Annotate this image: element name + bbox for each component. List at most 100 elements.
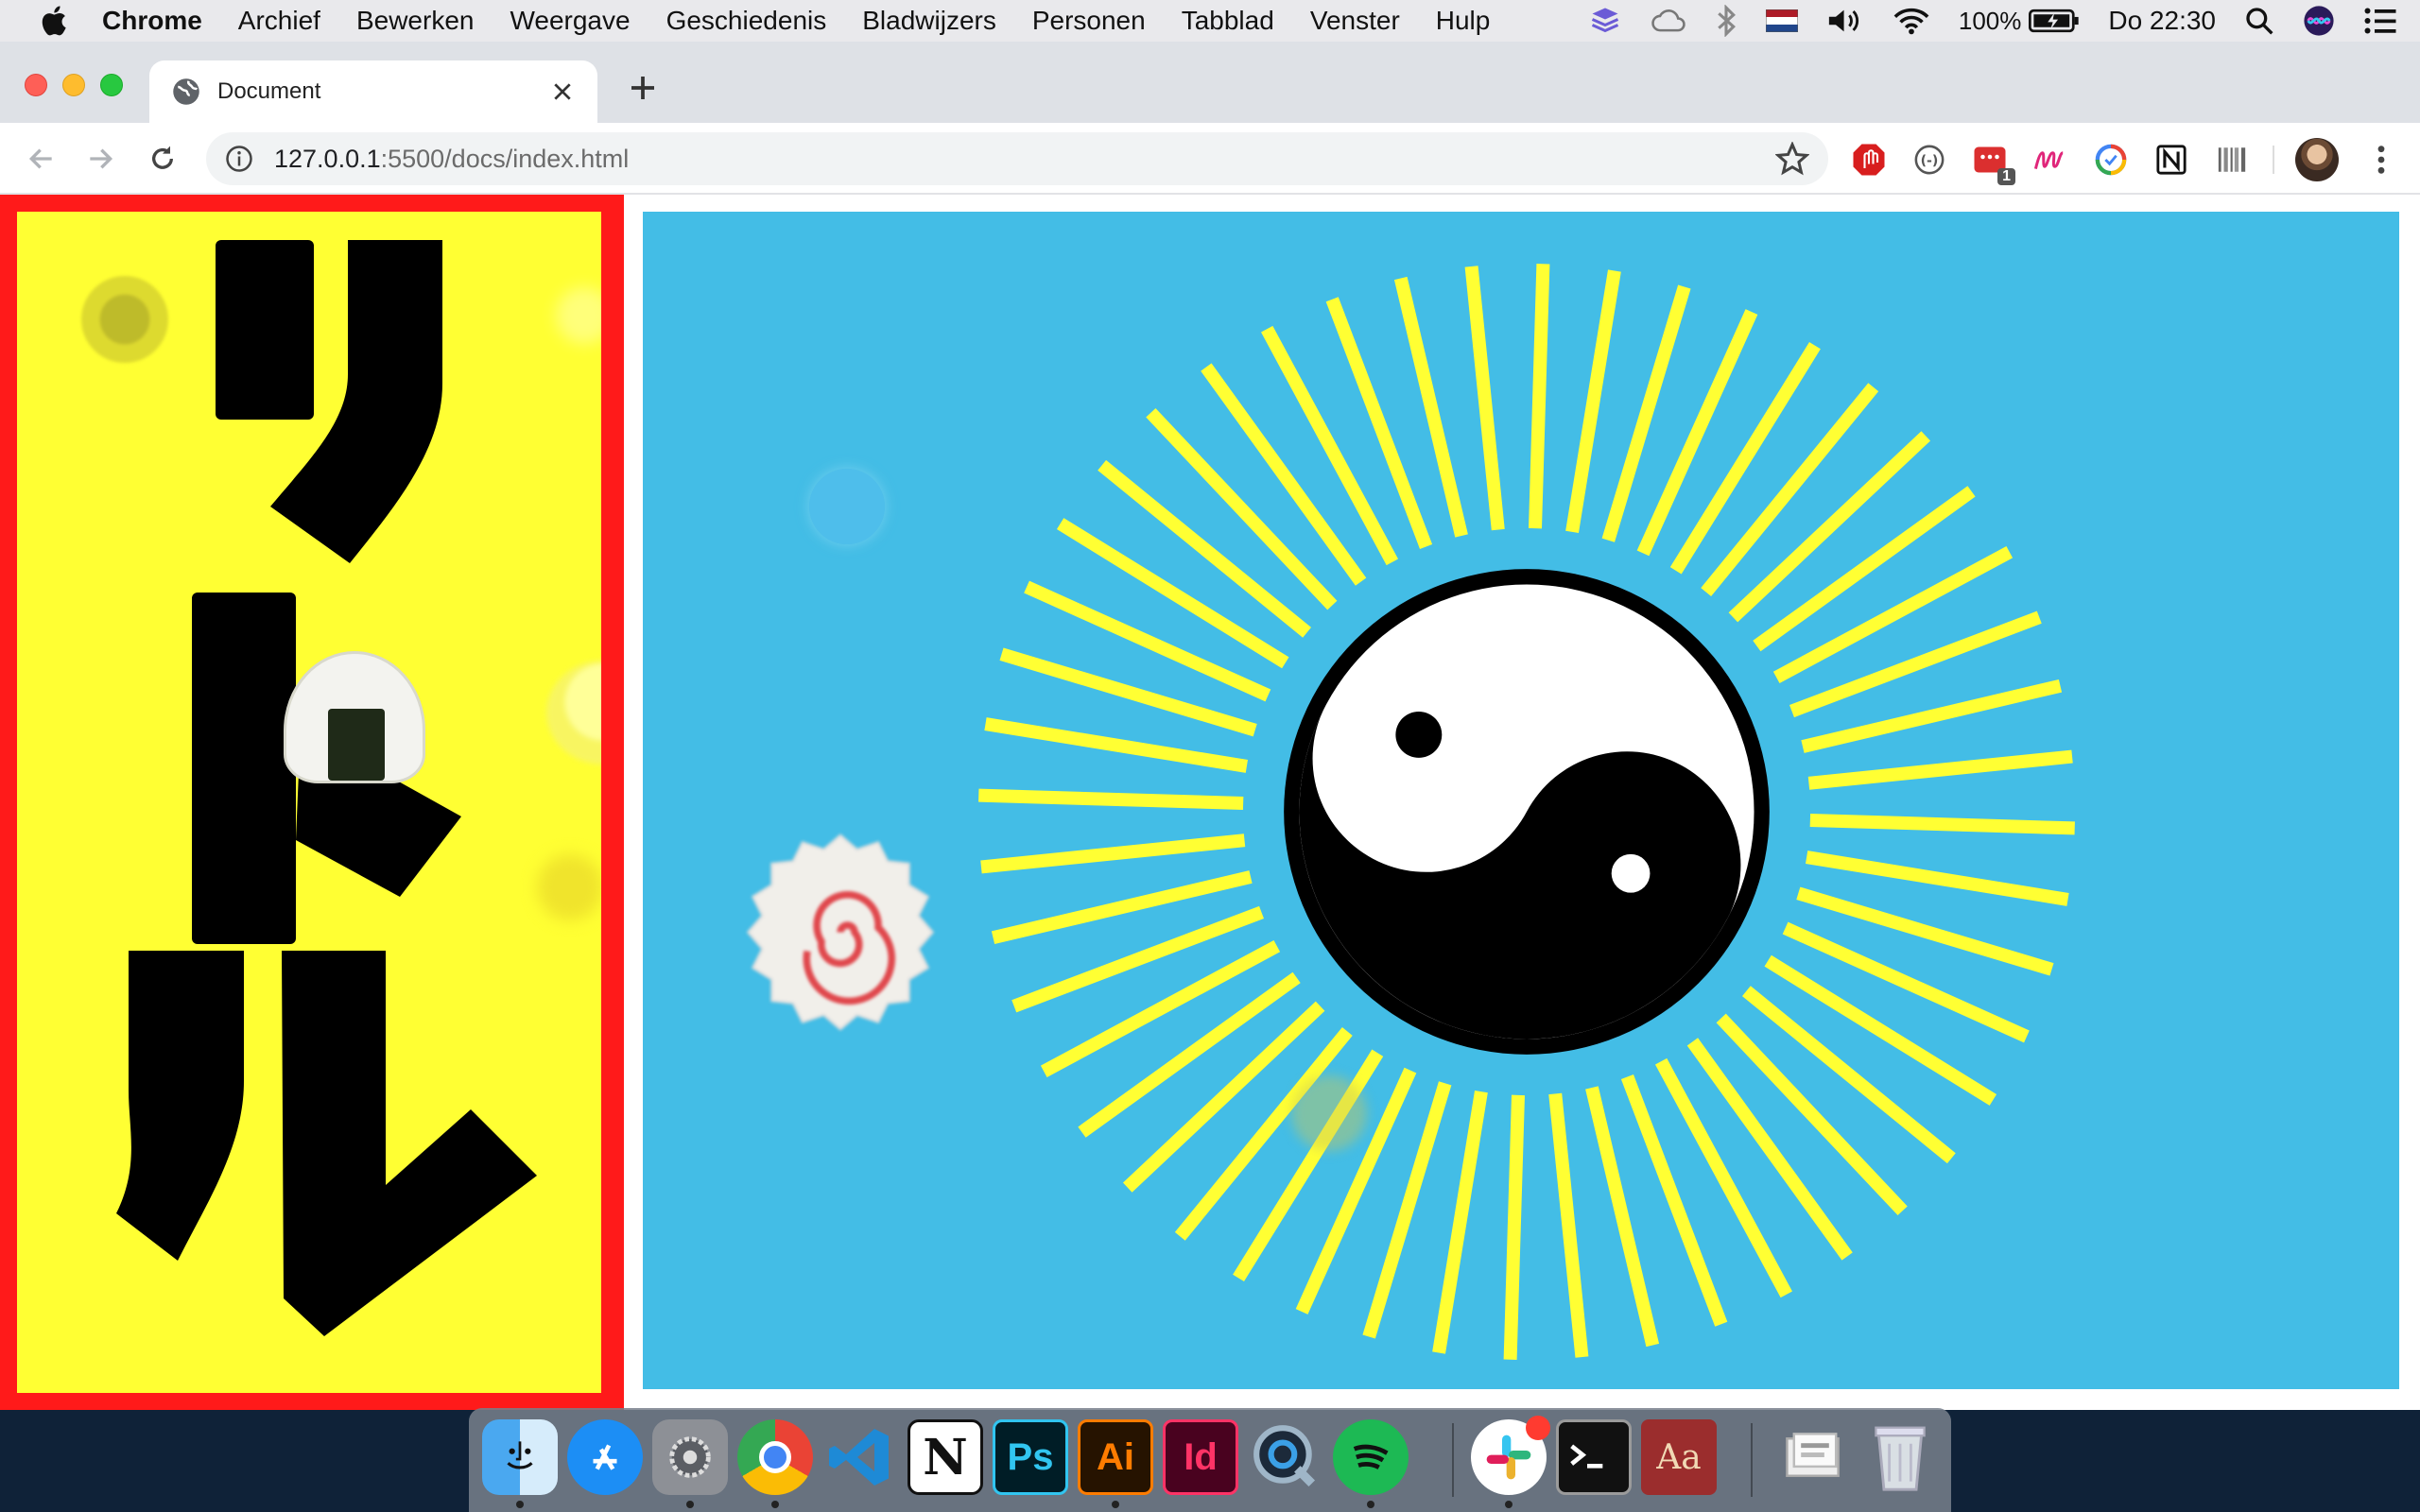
hypothesis-extension-icon[interactable]: (-) [1911,142,1947,178]
menu-bladwijzers[interactable]: Bladwijzers [862,6,996,36]
info-icon[interactable] [225,145,253,173]
bookmark-star-icon[interactable] [1775,142,1809,176]
bluetooth-icon[interactable] [1715,5,1737,37]
window-zoom-button[interactable] [100,74,123,96]
address-bar[interactable]: 127.0.0.1:5500/docs/index.html [206,132,1828,185]
sun-ray [1548,1092,1589,1358]
forward-button[interactable] [79,138,121,180]
google-keep-extension-icon[interactable] [2093,142,2129,178]
wifi-icon[interactable] [1893,6,1930,36]
faded-butterfly-emoji [1291,1075,1367,1151]
back-button[interactable] [21,138,62,180]
spotlight-search-icon[interactable] [2244,6,2274,36]
tab-strip: Document [0,42,2420,123]
menu-archief[interactable]: Archief [238,6,320,36]
tab-close-icon[interactable] [548,77,577,106]
faded-emoji-bottom [537,854,601,920]
clock[interactable]: Do 22:30 [2108,6,2216,36]
reload-button[interactable] [142,138,183,180]
slack-icon[interactable] [1471,1416,1550,1495]
running-indicator-chrome [771,1501,779,1508]
ublock-extension-icon[interactable] [1851,142,1887,178]
spotify-icon[interactable] [1333,1419,1409,1495]
layers-icon[interactable] [1588,4,1622,38]
tab-document[interactable]: Document [149,60,597,123]
battery-percentage[interactable]: 100% [1959,7,2022,36]
chrome-icon[interactable] [737,1419,813,1495]
globe-icon [173,78,199,105]
illustrator-icon[interactable]: Ai [1078,1419,1153,1495]
monica-extension-icon[interactable] [2032,142,2068,178]
menu-weergave[interactable]: Weergave [510,6,630,36]
arrow-left-icon [28,148,52,169]
new-tab-button[interactable] [624,70,662,108]
sun-ray [1529,264,1550,529]
faded-emoji-top [556,287,601,344]
notion-extension-icon[interactable] [2153,142,2189,178]
sun-ray [980,833,1246,874]
barcode-extension-icon[interactable] [2214,142,2250,178]
apple-icon[interactable] [36,2,74,40]
sun-ray [1806,850,2069,906]
yellow-cracker-emoji [81,276,168,363]
finder-icon[interactable] [482,1419,558,1495]
menu-tabblad[interactable]: Tabblad [1182,6,1274,36]
sun-ray [1807,749,2073,790]
sun-ray [1432,1091,1488,1354]
menu-geschiedenis[interactable]: Geschiedenis [666,6,827,36]
sun-ray [978,788,1244,810]
menu-venster[interactable]: Venster [1310,6,1400,36]
macos-dock: N Ps Ai Id Aa [469,1408,1951,1512]
documents-stack-icon[interactable] [1777,1419,1853,1495]
katakana-ru-glyph [116,951,537,1336]
volume-icon[interactable] [1826,6,1864,36]
notion-label: N [923,1428,968,1486]
arrow-right-icon [90,148,113,169]
browser-toolbar: 127.0.0.1:5500/docs/index.html (-) 1 [0,123,2420,195]
photoshop-icon[interactable]: Ps [993,1419,1068,1495]
sun-ray [1565,269,1621,533]
profile-avatar[interactable] [2295,138,2339,181]
faded-gear-emoji [809,469,885,544]
dock-separator-2 [1751,1423,1753,1497]
app-store-icon[interactable] [567,1419,643,1495]
siri-icon[interactable] [2303,5,2335,37]
dictionary-icon[interactable]: Aa [1641,1419,1717,1495]
extension-badge: 1 [1997,168,2015,185]
indesign-icon[interactable]: Id [1163,1419,1238,1495]
chrome-window: Document 127.0.0.1:5500/docs/index.html [0,42,2420,1410]
quicktime-icon[interactable] [1248,1419,1323,1495]
dock-separator [1452,1423,1454,1497]
menu-hulp[interactable]: Hulp [1436,6,1491,36]
trash-icon[interactable] [1862,1419,1938,1495]
web-page [0,195,2420,1410]
terminal-icon[interactable] [1556,1419,1632,1495]
running-indicator-finder [516,1501,524,1508]
system-preferences-icon[interactable] [652,1419,728,1495]
battery-icon[interactable] [2029,8,2080,34]
illustrator-label: Ai [1097,1435,1134,1478]
notification-center-icon[interactable] [2363,7,2397,35]
dictionary-label: Aa [1656,1437,1702,1477]
katakana-ri-glyph [216,240,442,563]
menu-bewerken[interactable]: Bewerken [356,6,475,36]
creative-cloud-icon[interactable] [1651,7,1686,35]
window-close-button[interactable] [25,74,47,96]
sun-ray [1464,266,1505,531]
sun-ray [1809,814,2075,835]
dutch-flag-icon[interactable] [1765,9,1798,32]
tab-title: Document [217,78,321,104]
chrome-menu-icon[interactable] [2363,142,2399,178]
window-minimize-button[interactable] [62,74,85,96]
menu-app-name[interactable]: Chrome [102,6,202,36]
menu-personen[interactable]: Personen [1032,6,1146,36]
vscode-icon[interactable] [822,1419,898,1495]
todoist-extension-icon[interactable]: 1 [1972,142,2015,185]
notion-icon[interactable]: N [908,1419,983,1495]
toolbar-divider [2273,146,2274,174]
svg-text:(-): (-) [1921,154,1939,169]
url-text[interactable]: 127.0.0.1:5500/docs/index.html [274,145,1775,174]
nori-seaweed [328,709,385,781]
running-indicator-spotify [1367,1501,1374,1508]
indesign-label: Id [1184,1435,1218,1478]
